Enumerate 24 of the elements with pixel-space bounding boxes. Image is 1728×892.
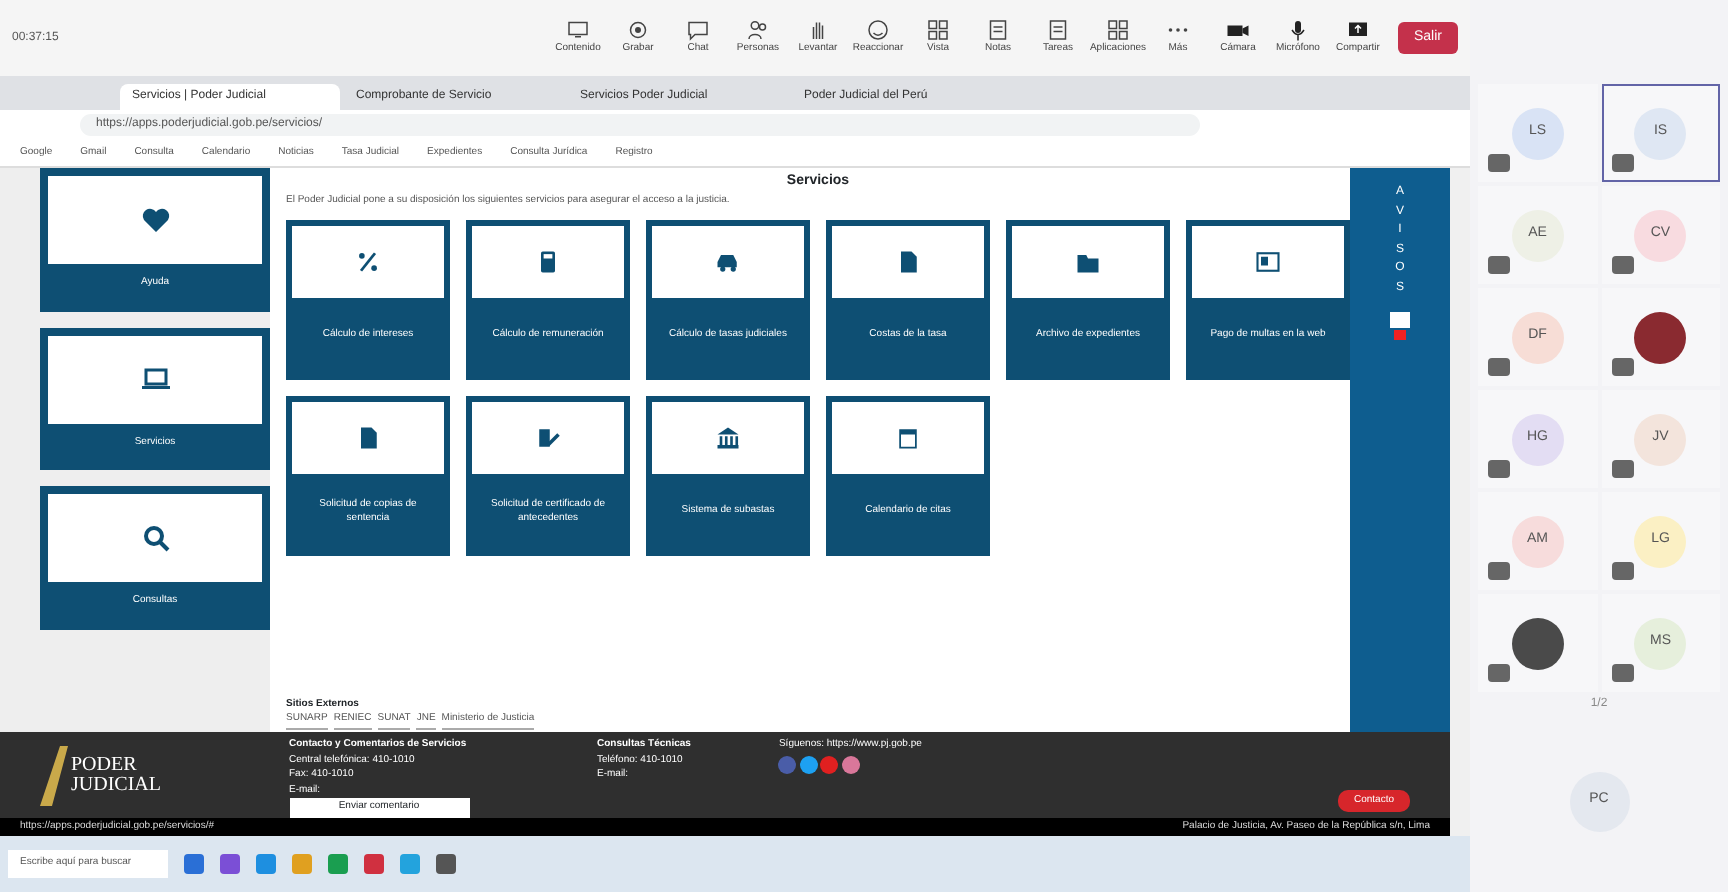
record-icon <box>625 18 650 43</box>
note-icon <box>1045 18 1070 43</box>
participant-tile[interactable] <box>1478 594 1597 692</box>
bank-icon <box>714 424 742 452</box>
note-icon <box>985 18 1010 43</box>
percent-icon <box>354 248 382 276</box>
smiley-icon <box>865 18 890 43</box>
search-icon <box>139 522 171 554</box>
microphone-icon <box>1285 18 1310 43</box>
grid-icon <box>1105 18 1130 43</box>
heart-icon <box>139 204 171 236</box>
flag-icon[interactable] <box>1390 311 1410 340</box>
id-card-icon <box>1254 248 1282 276</box>
pen-icon <box>534 424 562 452</box>
calendar-icon <box>894 424 922 452</box>
participant-tile[interactable] <box>1601 288 1720 386</box>
scrollbar[interactable] <box>1450 168 1470 836</box>
screen-icon <box>565 18 590 43</box>
people-icon <box>745 18 770 43</box>
laptop-icon <box>139 363 171 395</box>
logo-icon <box>40 745 68 805</box>
grid-icon <box>925 18 950 43</box>
chat-icon <box>685 18 710 43</box>
logo-text: PODER JUDICIAL <box>71 755 161 795</box>
